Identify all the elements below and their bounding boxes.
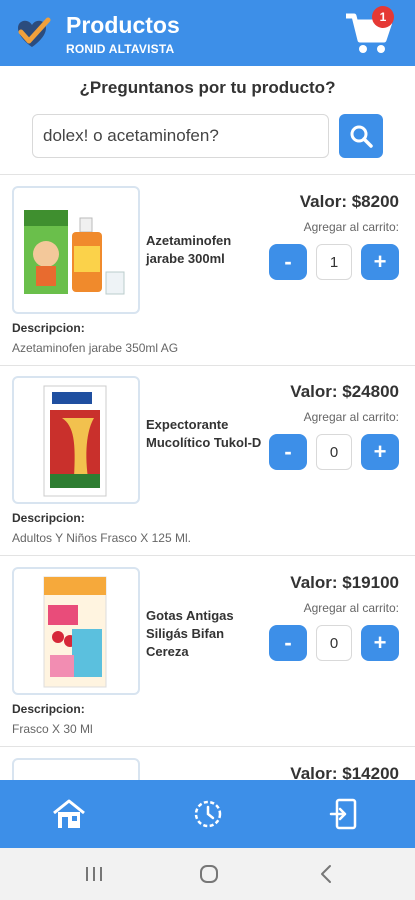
check-heart-logo xyxy=(18,17,51,47)
search-input[interactable] xyxy=(32,114,329,158)
home-circle-icon xyxy=(200,865,218,883)
increase-quantity-button[interactable]: + xyxy=(361,434,399,470)
product-image xyxy=(12,758,140,780)
product-name: Gotas Antigas Siligás Bifan Cereza xyxy=(146,608,234,659)
recent-apps-button[interactable] xyxy=(82,862,106,886)
app-root: Productos RONID ALTAVISTA 1 ¿Preguntanos… xyxy=(0,0,415,900)
description-label: Descripcion: xyxy=(12,702,85,716)
app-header: Productos RONID ALTAVISTA 1 xyxy=(0,0,415,66)
store-name: RONID ALTAVISTA xyxy=(66,42,175,56)
search-icon xyxy=(350,125,373,148)
product-image xyxy=(12,567,140,695)
home-system-button[interactable] xyxy=(197,862,221,886)
home-button[interactable] xyxy=(51,796,87,832)
add-to-cart-label: Agregar al carrito: xyxy=(303,601,399,615)
product-image xyxy=(12,186,140,314)
product-image xyxy=(12,376,140,504)
product-card: Gotas Antigas Siligás Bifan Cereza Valor… xyxy=(0,567,415,757)
product-card: Azetaminofen jarabe 300ml Valor: $8200 A… xyxy=(0,186,415,376)
quantity-field[interactable] xyxy=(316,625,352,661)
add-to-cart-label: Agregar al carrito: xyxy=(303,220,399,234)
back-button[interactable] xyxy=(314,862,338,886)
quantity-field[interactable] xyxy=(316,244,352,280)
add-to-cart-label: Agregar al carrito: xyxy=(303,410,399,424)
page-title: Productos xyxy=(66,12,180,38)
increase-quantity-button[interactable]: + xyxy=(361,244,399,280)
product-name: Expectorante Mucolítico Tukol-D xyxy=(146,417,262,450)
description-label: Descripcion: xyxy=(12,321,85,335)
product-description: Adultos Y Niños Frasco X 125 Ml. xyxy=(12,531,191,545)
divider xyxy=(0,555,415,556)
history-button[interactable] xyxy=(190,796,226,832)
back-icon xyxy=(321,865,331,883)
description-label: Descripcion: xyxy=(12,511,85,525)
decrease-quantity-button[interactable]: - xyxy=(269,434,307,470)
product-price: Valor: $19100 xyxy=(290,573,399,592)
bottom-navigation xyxy=(0,780,415,848)
product-price: Valor: $8200 xyxy=(299,192,399,211)
cart-count-badge: 1 xyxy=(372,6,394,28)
search-prompt: ¿Preguntanos por tu producto? xyxy=(79,78,336,97)
divider xyxy=(0,746,415,747)
product-description: Azetaminofen jarabe 350ml AG xyxy=(12,341,179,355)
product-price: Valor: $24800 xyxy=(290,382,399,401)
increase-quantity-button[interactable]: + xyxy=(361,625,399,661)
decrease-quantity-button[interactable]: - xyxy=(269,244,307,280)
quantity-field[interactable] xyxy=(316,434,352,470)
product-card: Valor: $14200 xyxy=(0,758,415,780)
product-name: Azetaminofen jarabe 300ml xyxy=(146,233,232,266)
product-description: Frasco X 30 Ml xyxy=(12,722,93,736)
search-button[interactable] xyxy=(339,114,383,158)
system-navigation-bar xyxy=(0,848,415,900)
home-icon xyxy=(53,799,85,828)
product-price: Valor: $14200 xyxy=(290,764,399,780)
logout-button[interactable] xyxy=(326,796,362,832)
divider xyxy=(0,174,415,175)
divider xyxy=(0,365,415,366)
history-clock-icon xyxy=(194,800,222,828)
recent-apps-icon xyxy=(86,867,102,881)
logout-icon xyxy=(329,798,357,830)
decrease-quantity-button[interactable]: - xyxy=(269,625,307,661)
product-card: Expectorante Mucolítico Tukol-D Valor: $… xyxy=(0,376,415,566)
